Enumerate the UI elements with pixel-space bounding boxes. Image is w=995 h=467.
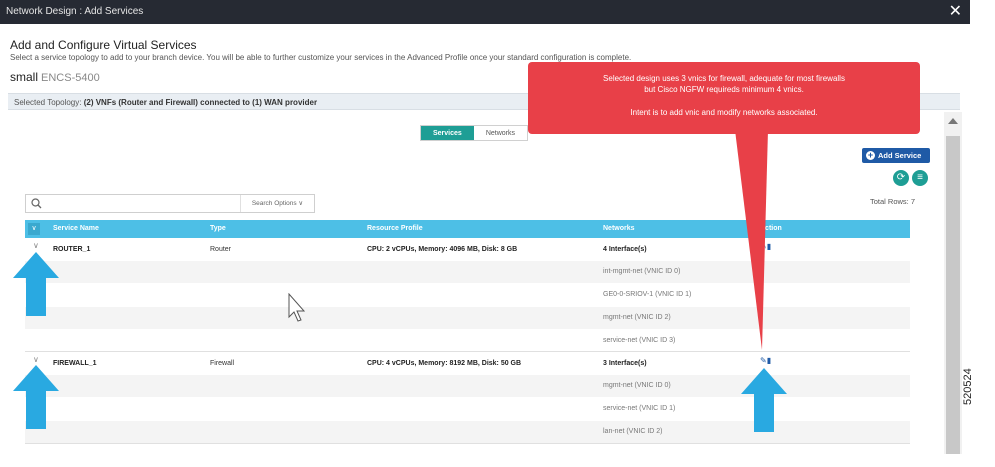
figure-number: 520524 — [962, 368, 974, 405]
annotation-line-1: Selected design uses 3 vnics for firewal… — [603, 74, 845, 83]
table-header: ∨ Service Name Type Resource Profile Net… — [25, 220, 910, 238]
up-arrow-icon — [13, 252, 59, 316]
col-networks[interactable]: Networks — [603, 225, 635, 232]
list-view-icon[interactable]: ≡ — [912, 170, 928, 186]
up-arrow-icon — [741, 368, 787, 432]
add-service-button[interactable]: + Add Service — [862, 148, 930, 163]
col-action: Action — [760, 225, 782, 232]
table-row[interactable]: ∨ ROUTER_1 Router CPU: 2 vCPUs, Memory: … — [25, 239, 910, 261]
networks-count: 4 Interface(s) — [603, 246, 647, 253]
list-item: int-mgmt-net (VNIC ID 0) — [25, 261, 910, 283]
tab-networks[interactable]: Networks — [473, 126, 527, 140]
service-name: FIREWALL_1 — [53, 360, 97, 367]
delete-icon[interactable]: ▮ — [767, 356, 771, 365]
device-model: ENCS-5400 — [41, 72, 100, 84]
network-entry: int-mgmt-net (VNIC ID 0) — [603, 268, 681, 275]
up-arrow-icon — [13, 365, 59, 429]
vertical-scrollbar[interactable] — [944, 112, 962, 454]
annotation-line-3: Intent is to add vnic and modify network… — [630, 108, 818, 117]
service-type: Firewall — [210, 360, 235, 367]
close-icon[interactable]: ✕ — [949, 2, 962, 22]
col-service-name[interactable]: Service Name — [53, 225, 99, 232]
edit-icon[interactable]: ✎ — [760, 356, 767, 365]
refresh-icon[interactable]: ⟳ — [893, 170, 909, 186]
list-item: mgmt-net (VNIC ID 2) — [25, 307, 910, 329]
network-entry: GE0-0-SRIOV-1 (VNIC ID 1) — [603, 291, 692, 298]
device-size: small — [10, 70, 39, 84]
network-entry: service-net (VNIC ID 3) — [603, 337, 676, 344]
col-resource-profile[interactable]: Resource Profile — [367, 225, 423, 232]
network-entry: mgmt-net (VNIC ID 2) — [603, 314, 671, 321]
window-title: Network Design : Add Services — [6, 6, 144, 17]
search-box: Search Options ∨ — [25, 194, 315, 213]
network-entry: service-net (VNIC ID 1) — [603, 405, 676, 412]
delete-icon[interactable]: ▮ — [767, 242, 771, 251]
topology-label: Selected Topology: — [14, 98, 82, 107]
row-divider — [25, 443, 910, 444]
plus-icon: + — [866, 150, 875, 160]
total-rows: Total Rows: 7 — [870, 197, 916, 206]
row-actions: ✎▮ — [760, 242, 771, 251]
chevron-down-icon[interactable]: ∨ — [33, 241, 39, 250]
resource-profile: CPU: 4 vCPUs, Memory: 8192 MB, Disk: 50 … — [367, 360, 522, 367]
add-service-label: Add Service — [878, 151, 922, 160]
col-type[interactable]: Type — [210, 225, 226, 232]
search-input[interactable] — [46, 197, 246, 210]
view-tabs: Services Networks — [420, 125, 528, 141]
select-all-chevron-icon[interactable]: ∨ — [28, 223, 40, 235]
network-entry: mgmt-net (VNIC ID 0) — [603, 382, 671, 389]
edit-icon[interactable]: ✎ — [760, 242, 767, 251]
annotation-line-2: but Cisco NGFW requireds minimum 4 vnics… — [644, 85, 804, 94]
annotation-callout: Selected design uses 3 vnics for firewal… — [528, 62, 920, 134]
topology-text: Selected Topology: (2) VNFs (Router and … — [14, 98, 317, 107]
search-icon — [31, 198, 42, 209]
scrollbar-thumb[interactable] — [946, 136, 960, 454]
row-divider — [25, 351, 910, 352]
network-entry: lan-net (VNIC ID 2) — [603, 428, 663, 435]
chevron-down-icon[interactable]: ∨ — [33, 355, 39, 364]
page-subtitle: Select a service topology to add to your… — [10, 53, 632, 62]
resource-profile: CPU: 2 vCPUs, Memory: 4096 MB, Disk: 8 G… — [367, 246, 518, 253]
service-type: Router — [210, 246, 232, 253]
scroll-up-icon[interactable] — [948, 118, 958, 124]
mouse-cursor-icon — [288, 293, 306, 322]
window-titlebar: Network Design : Add Services ✕ — [0, 0, 970, 24]
page-title: Add and Configure Virtual Services — [10, 38, 197, 52]
tab-services[interactable]: Services — [421, 126, 474, 140]
row-actions: ✎▮ — [760, 356, 771, 365]
topology-value: (2) VNFs (Router and Firewall) connected… — [83, 98, 318, 107]
device-info: small ENCS-5400 — [10, 70, 100, 84]
list-item: GE0-0-SRIOV-1 (VNIC ID 1) — [25, 284, 910, 306]
search-options-dropdown[interactable]: Search Options ∨ — [240, 195, 314, 212]
list-item: service-net (VNIC ID 3) — [25, 330, 910, 352]
networks-count: 3 Interface(s) — [603, 360, 647, 367]
